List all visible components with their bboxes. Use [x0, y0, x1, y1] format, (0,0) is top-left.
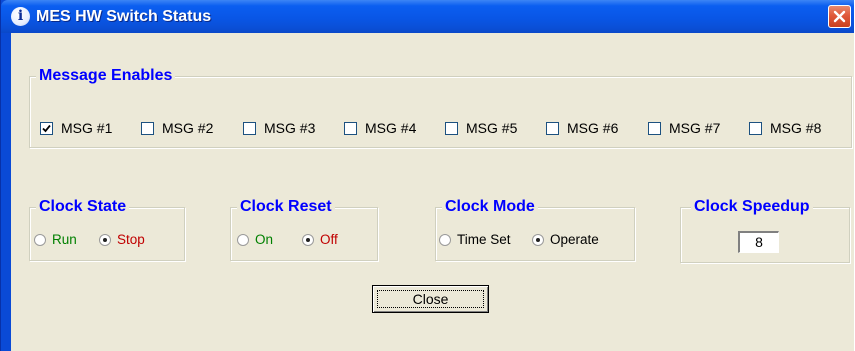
- radio-indicator: [439, 234, 451, 246]
- msg-4-checkbox[interactable]: MSG #4: [344, 120, 416, 136]
- checkbox-box: [141, 121, 154, 135]
- info-icon: i: [11, 7, 30, 26]
- close-button[interactable]: Close: [372, 285, 489, 313]
- clock-reset-on-radio[interactable]: On: [237, 232, 273, 248]
- msg-7-label: MSG #7: [669, 120, 721, 136]
- title-bar[interactable]: i MES HW Switch Status: [1, 0, 854, 33]
- message-enables-legend: Message Enables: [36, 67, 176, 85]
- close-icon: [833, 10, 846, 23]
- checkbox-box: [546, 121, 559, 135]
- msg-6-label: MSG #6: [567, 120, 619, 136]
- checkbox-box: [344, 121, 357, 135]
- clock-speedup-legend: Clock Speedup: [691, 198, 813, 216]
- msg-3-label: MSG #3: [264, 120, 316, 136]
- msg-5-label: MSG #5: [466, 120, 518, 136]
- msg-8-label: MSG #8: [770, 120, 822, 136]
- msg-8-checkbox[interactable]: MSG #8: [749, 120, 821, 136]
- window-close-button[interactable]: [828, 5, 851, 28]
- clock-speedup-input[interactable]: 8: [738, 231, 779, 253]
- radio-indicator: [237, 234, 249, 246]
- msg-6-checkbox[interactable]: MSG #6: [546, 120, 618, 136]
- clock-state-run-radio[interactable]: Run: [34, 232, 77, 248]
- clock-state-stop-radio[interactable]: Stop: [99, 232, 145, 248]
- checkbox-box: [648, 121, 661, 135]
- dialog-window: i MES HW Switch Status Message Enables M…: [0, 0, 854, 351]
- clock-reset-legend: Clock Reset: [237, 198, 335, 216]
- close-button-label: Close: [412, 291, 449, 307]
- msg-5-checkbox[interactable]: MSG #5: [445, 120, 517, 136]
- on-label: On: [255, 232, 274, 247]
- operate-label: Operate: [550, 232, 599, 247]
- msg-2-label: MSG #2: [162, 120, 214, 136]
- msg-2-checkbox[interactable]: MSG #2: [141, 120, 213, 136]
- clock-reset-off-radio[interactable]: Off: [302, 232, 338, 248]
- stop-label: Stop: [117, 232, 145, 247]
- checkbox-box: [243, 121, 256, 135]
- radio-indicator: [532, 234, 544, 246]
- time-set-label: Time Set: [457, 232, 511, 247]
- msg-3-checkbox[interactable]: MSG #3: [243, 120, 315, 136]
- clock-mode-legend: Clock Mode: [442, 198, 538, 216]
- checkbox-box: [749, 121, 762, 135]
- radio-indicator: [302, 234, 314, 246]
- clock-mode-operate-radio[interactable]: Operate: [532, 232, 599, 248]
- msg-7-checkbox[interactable]: MSG #7: [648, 120, 720, 136]
- run-label: Run: [52, 232, 77, 247]
- msg-1-checkbox[interactable]: MSG #1: [40, 120, 112, 136]
- radio-indicator: [34, 234, 46, 246]
- clock-state-legend: Clock State: [36, 198, 130, 216]
- msg-1-label: MSG #1: [61, 120, 113, 136]
- message-enables-group: Message Enables: [29, 67, 852, 148]
- checkmark-icon: [42, 124, 51, 132]
- checkbox-box: [40, 121, 53, 135]
- window-title: MES HW Switch Status: [36, 8, 212, 25]
- off-label: Off: [320, 232, 338, 247]
- msg-4-label: MSG #4: [365, 120, 417, 136]
- checkbox-box: [445, 121, 458, 135]
- radio-indicator: [99, 234, 111, 246]
- clock-mode-time-set-radio[interactable]: Time Set: [439, 232, 511, 248]
- dialog-body: Message Enables MSG #1 MSG #2 MSG #3 MSG…: [11, 33, 854, 351]
